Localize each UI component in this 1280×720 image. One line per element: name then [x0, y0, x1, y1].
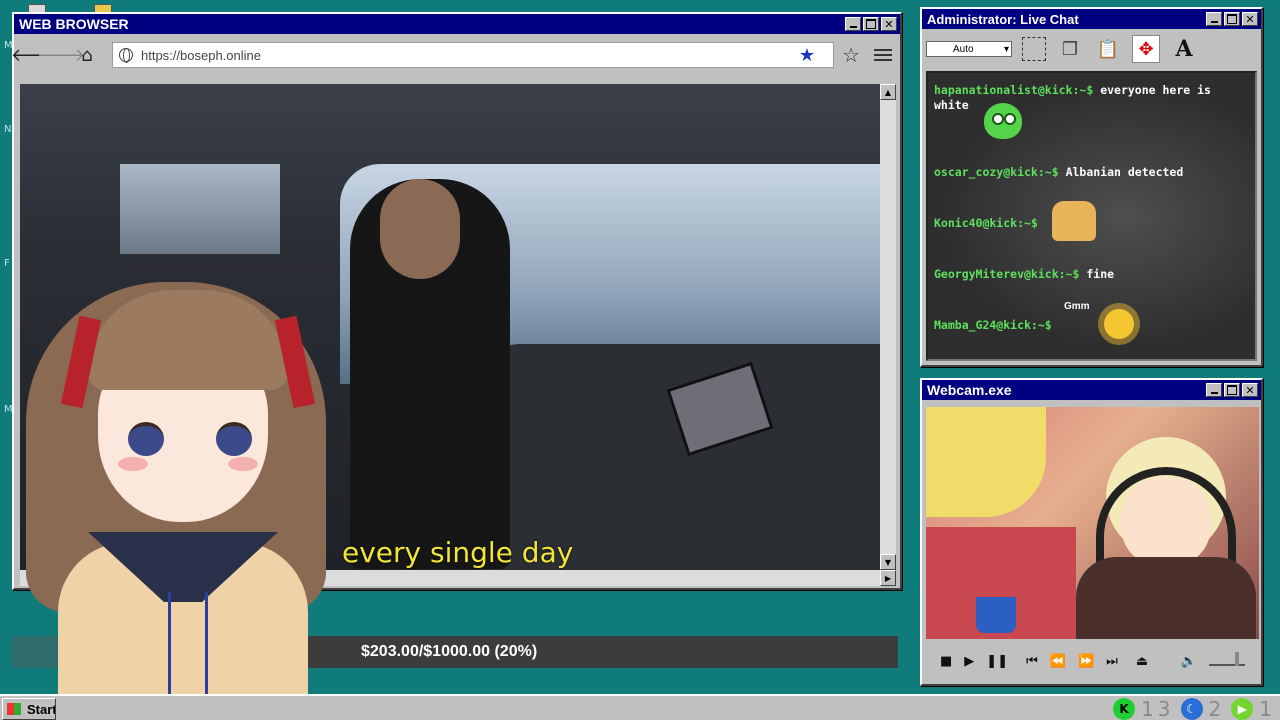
chat-text: everyone here is	[1100, 83, 1211, 97]
kick-viewer-count: 13	[1141, 697, 1175, 720]
close-button[interactable]: ✕	[881, 17, 897, 31]
webcam-title: Webcam.exe	[927, 382, 1012, 398]
character-body	[1076, 557, 1256, 639]
chat-message-continued: white	[934, 98, 969, 112]
copy-icon[interactable]: ❐	[1056, 35, 1084, 63]
address-bar[interactable]: https://boseph.online ★	[112, 42, 835, 68]
chat-text: Albanian detected	[1065, 165, 1184, 179]
scroll-right-arrow-icon[interactable]: ▶	[880, 570, 896, 586]
chat-message: Konic40@kick:~$	[934, 216, 1038, 230]
eject-icon[interactable]: ⏏	[1136, 654, 1148, 669]
system-tray: K 13 ☾ 2 ▶ 1	[1113, 696, 1276, 720]
vtuber-avatar	[18, 262, 338, 720]
moon-viewer-count: 2	[1208, 697, 1226, 720]
chat-username: GeorgyMiterev@kick:~$	[934, 267, 1080, 281]
bookmark-star-icon[interactable]: ☆	[842, 43, 860, 67]
skip-forward-icon[interactable]: ⏭	[1106, 654, 1118, 669]
hamburger-menu-icon[interactable]	[874, 49, 892, 61]
chat-message: GeorgyMiterev@kick:~$ fine	[934, 267, 1114, 281]
mug-shape	[976, 597, 1016, 633]
sun-emote-icon	[1104, 309, 1134, 339]
chat-titlebar[interactable]: Administrator: Live Chat ✕	[922, 9, 1261, 29]
emote-label: Gmm	[1064, 301, 1090, 312]
browser-title: WEB BROWSER	[19, 16, 129, 32]
close-button[interactable]: ✕	[1242, 12, 1258, 26]
live-chat-window: Administrator: Live Chat ✕ Auto ❐ 📋 ✥ A …	[920, 7, 1263, 367]
url-text[interactable]: https://boseph.online	[141, 48, 799, 63]
bookmarked-star-icon[interactable]: ★	[799, 45, 815, 66]
chat-username: Mamba_G24@kick:~$	[934, 318, 1052, 332]
eevee-emote-icon	[1052, 201, 1096, 241]
media-controls: ■ ▶ ❚❚ ⏮ ⏪ ⏩ ⏭ ⏏ 🔈	[926, 644, 1259, 678]
avatar-bow	[168, 592, 208, 702]
forward-arrow-icon[interactable]: 🡒	[37, 42, 85, 68]
webcam-feed	[926, 407, 1259, 639]
minimize-button[interactable]	[1206, 12, 1222, 26]
font-icon[interactable]: A	[1170, 35, 1198, 63]
maximize-button[interactable]	[1224, 12, 1240, 26]
rumble-icon[interactable]: ▶	[1231, 698, 1254, 720]
home-icon[interactable]: ⌂	[74, 42, 100, 68]
green-blob-emote-icon	[984, 103, 1022, 139]
move-icon[interactable]: ✥	[1132, 35, 1160, 63]
chat-text: fine	[1086, 267, 1115, 281]
webcam-titlebar[interactable]: Webcam.exe ✕	[922, 380, 1261, 400]
globe-icon	[119, 48, 133, 63]
maximize-button[interactable]	[863, 17, 879, 31]
webcam-window: Webcam.exe ✕ ■ ▶ ❚❚ ⏮ ⏪ ⏩ ⏭ ⏏ 🔈	[920, 378, 1263, 686]
minimize-button[interactable]	[1206, 383, 1222, 397]
video-caption: every single day	[342, 536, 574, 569]
rewind-icon[interactable]: ⏪	[1050, 654, 1066, 669]
driver-head	[380, 179, 460, 279]
chat-message: Mamba_G24@kick:~$	[934, 318, 1052, 332]
chat-title: Administrator: Live Chat	[927, 11, 1079, 27]
kick-icon[interactable]: K	[1113, 698, 1136, 720]
taskbar: Start K 13 ☾ 2 ▶ 1	[0, 694, 1280, 720]
car-rear-window	[120, 164, 280, 254]
chat-log[interactable]: hapanationalist@kick:~$ everyone here is…	[926, 71, 1257, 361]
scroll-up-arrow-icon[interactable]: ▲	[880, 84, 896, 100]
minimize-button[interactable]	[845, 17, 861, 31]
chat-message: oscar_cozy@kick:~$ Albanian detected	[934, 165, 1183, 179]
scroll-down-arrow-icon[interactable]: ▼	[880, 554, 896, 570]
chat-text: white	[934, 98, 969, 112]
avatar-blush-left	[118, 457, 148, 471]
chat-toolbar: Auto ❐ 📋 ✥ A	[922, 29, 1261, 69]
chat-username: oscar_cozy@kick:~$	[934, 165, 1059, 179]
avatar-blush-right	[228, 457, 258, 471]
avatar-eye-left	[128, 422, 164, 456]
desktop-label-fragment: N	[4, 124, 12, 135]
desktop-label-fragment: F	[4, 258, 10, 269]
chat-username: Konic40@kick:~$	[934, 216, 1038, 230]
play-icon[interactable]: ▶	[964, 654, 974, 669]
browser-toolbar: 🡐 🡒 ⌂ https://boseph.online ★ ☆	[11, 34, 900, 76]
skip-back-icon[interactable]: ⏮	[1026, 654, 1038, 669]
volume-slider[interactable]	[1209, 652, 1245, 666]
moon-icon[interactable]: ☾	[1180, 698, 1203, 720]
pause-icon[interactable]: ❚❚	[986, 654, 1008, 669]
browser-titlebar[interactable]: WEB BROWSER ✕	[14, 14, 900, 34]
paste-icon[interactable]: 📋	[1094, 35, 1122, 63]
close-button[interactable]: ✕	[1242, 383, 1258, 397]
pillow-shape	[926, 407, 1046, 517]
chat-message: hapanationalist@kick:~$ everyone here is	[934, 83, 1211, 97]
selection-tool-icon[interactable]	[1022, 37, 1046, 61]
fast-forward-icon[interactable]: ⏩	[1078, 654, 1094, 669]
donation-goal-label: $203.00/$1000.00 (20%)	[361, 643, 538, 660]
zoom-select[interactable]: Auto	[926, 41, 1012, 57]
maximize-button[interactable]	[1224, 383, 1240, 397]
stop-icon[interactable]: ■	[940, 654, 952, 669]
vertical-scrollbar[interactable]: ▲ ▼	[880, 84, 896, 570]
rumble-viewer-count: 1	[1259, 697, 1276, 720]
volume-icon[interactable]: 🔈	[1181, 654, 1197, 669]
chat-username: hapanationalist@kick:~$	[934, 83, 1094, 97]
avatar-eye-right	[216, 422, 252, 456]
start-button[interactable]: Start	[2, 698, 56, 720]
